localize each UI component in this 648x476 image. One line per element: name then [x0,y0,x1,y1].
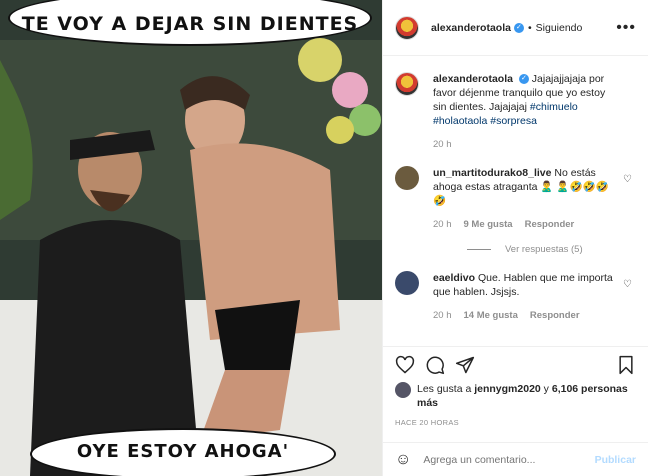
comment-heart-icon[interactable]: ♡ [623,279,632,290]
caption-time[interactable]: 20 h [433,138,452,152]
comment-time[interactable]: 20 h [433,218,452,232]
comment-item: eaeldivo Que. Hablen que me importa que … [395,271,636,323]
post-sidebar: alexanderotaola ✓ • Siguiendo ••• alexan… [382,0,648,476]
commenter-username[interactable]: eaeldivo [433,272,475,284]
commenter-avatar[interactable] [395,166,419,190]
speech-bubble-bottom: OYE ESTOY AHOGA' [30,428,336,476]
verified-icon: ✓ [513,22,524,33]
emoji-icon[interactable]: ☺ [395,451,411,469]
caption-comment: alexanderotaola ✓ Jajajajjajaja por favo… [395,72,636,152]
likes-summary: Les gusta a jennygm2020 y 6,106 personas… [383,382,648,410]
add-comment-bar: ☺ Publicar [383,442,648,476]
comments-list[interactable]: alexanderotaola ✓ Jajajajjajaja por favo… [383,56,648,346]
hashtag-link[interactable]: #holaotaola [433,115,487,127]
following-button[interactable]: Siguiendo [536,22,583,34]
comment-bubble-icon[interactable] [425,355,445,375]
verified-icon: ✓ [518,74,529,85]
comment-time[interactable]: 20 h [433,309,452,323]
photo-illustration [0,0,382,476]
author-avatar[interactable] [395,15,419,40]
post: TE VOY A DEJAR SIN DIENTES OYE ESTOY AHO… [0,0,648,476]
post-image[interactable]: TE VOY A DEJAR SIN DIENTES OYE ESTOY AHO… [0,0,382,476]
commenter-username[interactable]: un_martitodurako8_live [433,167,551,179]
like-heart-icon[interactable] [395,355,415,375]
likes-mid: y [540,383,552,395]
view-replies[interactable]: Ver respuestas (5) [467,244,636,255]
liker-username[interactable]: jennygm2020 [474,383,541,395]
publish-button[interactable]: Publicar [595,454,636,466]
reply-button[interactable]: Responder [530,309,580,323]
comment-heart-icon[interactable]: ♡ [623,174,632,185]
comment-input[interactable] [423,453,595,466]
separator-dot: • [527,21,532,34]
more-options-icon[interactable]: ••• [616,19,636,37]
post-header: alexanderotaola ✓ • Siguiendo ••• [383,0,648,56]
caption-username[interactable]: alexanderotaola [433,73,513,85]
comment-likes[interactable]: 14 Me gusta [464,309,518,323]
comment-likes[interactable]: 9 Me gusta [464,218,513,232]
view-replies-label[interactable]: Ver respuestas (5) [505,244,583,255]
commenter-avatar[interactable] [395,271,419,295]
author-username[interactable]: alexanderotaola [431,22,511,34]
hashtag-link[interactable]: #chimuelo [530,101,578,113]
bookmark-icon[interactable] [616,355,636,375]
liker-avatar[interactable] [395,382,411,398]
likes-prefix: Les gusta a [417,383,475,395]
comment-item: un_martitodurako8_live No estás ahoga es… [395,166,636,232]
replies-divider [467,249,491,250]
hashtag-link[interactable]: #sorpresa [490,115,537,127]
post-timestamp[interactable]: HACE 20 HORAS [383,410,648,427]
action-bar [383,346,648,382]
reply-button[interactable]: Responder [525,218,575,232]
caption-avatar[interactable] [395,72,419,96]
share-icon[interactable] [455,355,475,375]
